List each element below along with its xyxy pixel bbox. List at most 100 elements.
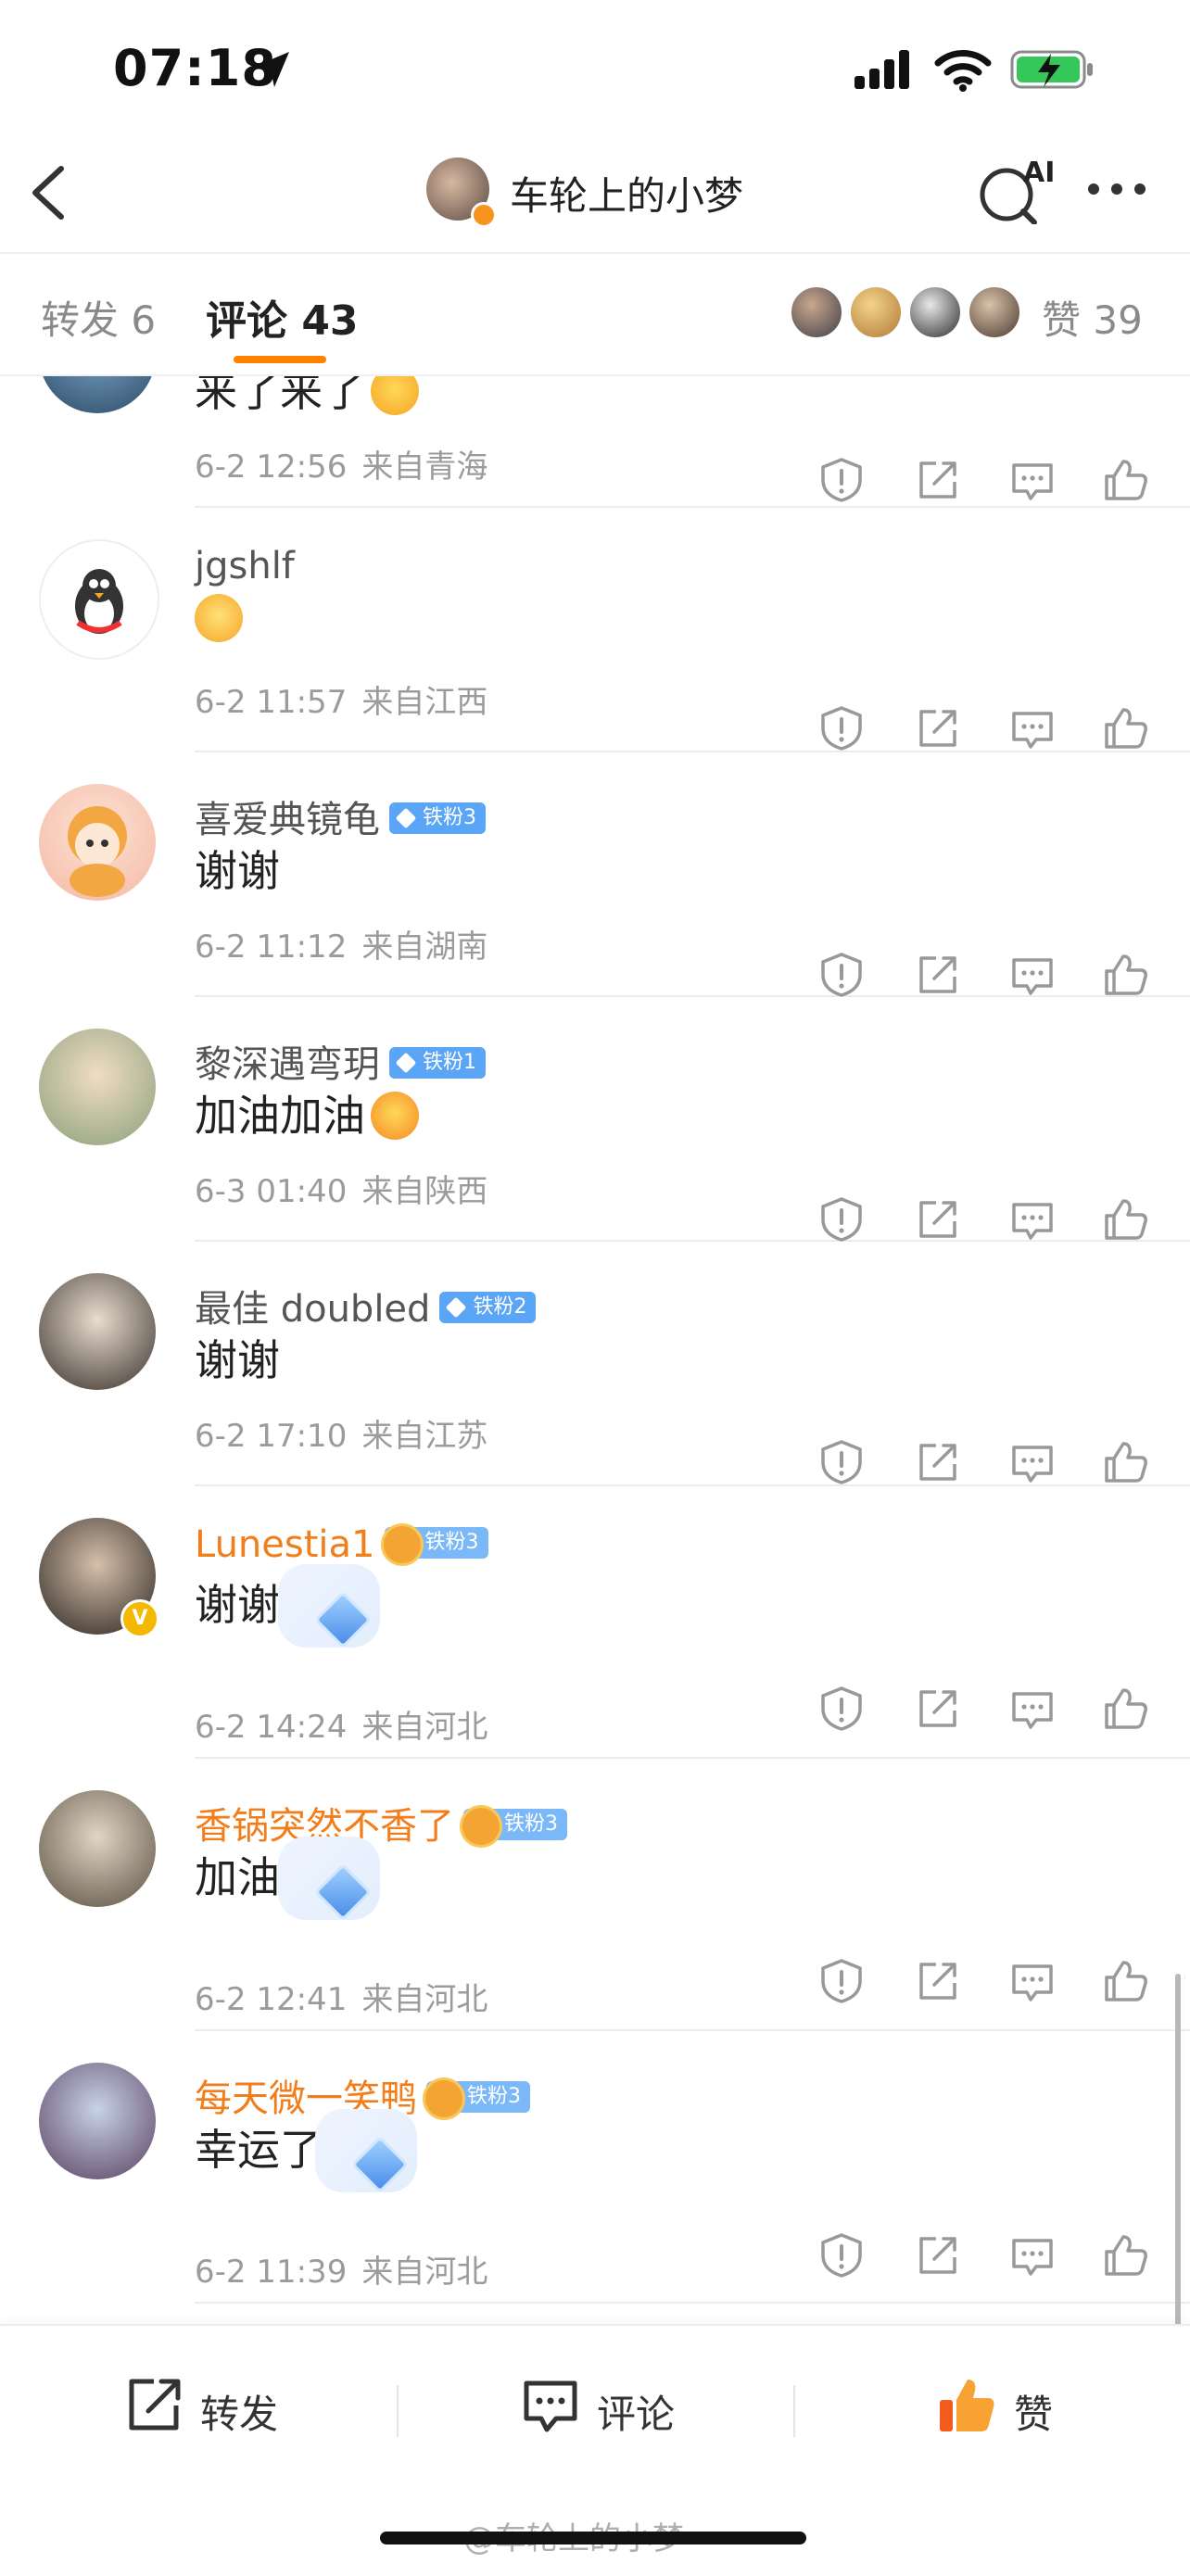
comment-location: 来自江苏 — [361, 1418, 488, 1455]
avatar[interactable] — [39, 1273, 156, 1390]
comment-username[interactable]: jgshlf — [195, 545, 295, 587]
report-icon[interactable] — [817, 1957, 866, 2005]
comment-username[interactable]: Lunestia1 铁粉3 — [195, 1523, 488, 1566]
reply-icon[interactable] — [1008, 1195, 1057, 1244]
avatar — [849, 285, 903, 339]
comment-date: 6-2 11:12 — [195, 928, 348, 966]
home-indicator — [380, 2532, 806, 2544]
like-label: 赞 — [1014, 2392, 1054, 2437]
reply-icon[interactable] — [1008, 951, 1057, 999]
avatar — [908, 285, 962, 339]
share-icon[interactable] — [914, 1685, 962, 1733]
avatar[interactable] — [39, 2063, 156, 2179]
comment-location: 来自湖南 — [361, 928, 488, 966]
row-divider — [195, 1757, 1190, 1759]
signal-icon — [855, 50, 909, 89]
reply-icon[interactable] — [1008, 704, 1057, 752]
repost-label: 转发 — [200, 2392, 279, 2437]
avatar — [968, 285, 1021, 339]
comment-text: 谢谢 — [195, 1580, 280, 1630]
comment-username[interactable]: 黎深遇弯玥 铁粉1 — [195, 1034, 486, 1088]
comment-text: 来了来了 — [195, 376, 419, 419]
report-icon[interactable] — [817, 1195, 866, 1244]
share-icon[interactable] — [914, 704, 962, 752]
tab-comment[interactable]: 评论 43 — [206, 287, 359, 347]
avatar[interactable] — [39, 1029, 156, 1145]
like-icon — [940, 2380, 994, 2431]
comment-meta: 6-3 01:40 来自陕西 — [195, 1166, 487, 1211]
more-icon[interactable] — [1086, 182, 1147, 196]
comment-text: 谢谢 — [195, 846, 280, 896]
fan-badge: 铁粉3 — [380, 1523, 488, 1566]
comment-username[interactable]: 最佳 doubled 铁粉2 — [195, 1279, 537, 1332]
like-icon[interactable] — [1101, 456, 1149, 504]
like-icon[interactable] — [1101, 1685, 1149, 1733]
comment-text: 谢谢 — [195, 1335, 280, 1385]
comment-meta: 6-2 11:57 来自江西 — [195, 676, 487, 722]
emoji-icon — [371, 376, 419, 415]
author-avatar[interactable] — [426, 158, 497, 228]
comment-meta: 6-2 12:41 来自河北 — [195, 1974, 487, 2019]
comment-location: 来自青海 — [361, 448, 488, 486]
reply-icon[interactable] — [1008, 1438, 1057, 1486]
comment-date: 6-2 12:56 — [195, 448, 348, 486]
wifi-icon — [934, 50, 992, 92]
reply-icon[interactable] — [1008, 1957, 1057, 2005]
comment-location: 来自河北 — [361, 1709, 488, 1746]
ai-search-icon[interactable]: AI — [977, 157, 1055, 225]
reply-icon[interactable] — [1008, 1685, 1057, 1733]
share-icon[interactable] — [914, 1438, 962, 1486]
emoji-icon — [371, 1091, 419, 1140]
page-title[interactable]: 车轮上的小梦 — [510, 165, 743, 221]
avatar[interactable] — [39, 784, 156, 901]
fan-badge: 铁粉3 — [460, 1805, 567, 1848]
reply-icon[interactable] — [1008, 456, 1057, 504]
comment-date: 6-3 01:40 — [195, 1173, 348, 1210]
divider — [397, 2385, 399, 2437]
comment-date: 6-2 12:41 — [195, 1981, 348, 2018]
report-icon[interactable] — [817, 704, 866, 752]
report-icon[interactable] — [817, 951, 866, 999]
header-divider — [0, 252, 1190, 254]
liker-avatars[interactable] — [790, 285, 1029, 341]
back-icon[interactable] — [28, 163, 69, 222]
tab-repost[interactable]: 转发 6 — [41, 289, 156, 346]
comment-username[interactable]: 香锅突然不香了 铁粉3 — [195, 1796, 567, 1850]
location-arrow-icon — [254, 52, 289, 87]
like-icon[interactable] — [1101, 2231, 1149, 2279]
row-divider — [195, 2029, 1190, 2031]
share-icon[interactable] — [914, 2231, 962, 2279]
comment-meta: 6-2 17:10 来自江苏 — [195, 1410, 487, 1456]
share-icon[interactable] — [914, 951, 962, 999]
report-icon[interactable] — [817, 1438, 866, 1486]
tab-like[interactable]: 赞 39 — [1042, 289, 1143, 346]
report-icon[interactable] — [817, 2231, 866, 2279]
comment-text: 幸运了 — [195, 2125, 323, 2175]
share-icon[interactable] — [914, 1195, 962, 1244]
report-icon[interactable] — [817, 456, 866, 504]
comment-date: 6-2 17:10 — [195, 1418, 348, 1455]
scrollbar[interactable] — [1175, 1974, 1181, 2326]
emoji-icon — [195, 593, 243, 642]
comment-text — [195, 593, 243, 646]
comment-location: 来自河北 — [361, 2254, 488, 2291]
share-icon[interactable] — [914, 1957, 962, 2005]
avatar[interactable] — [39, 539, 159, 660]
comment-username[interactable]: 喜爱典镜龟 铁粉3 — [195, 789, 486, 843]
status-bar: 07:18 — [0, 0, 1190, 139]
like-icon[interactable] — [1101, 951, 1149, 999]
reply-icon[interactable] — [1008, 2231, 1057, 2279]
like-icon[interactable] — [1101, 1195, 1149, 1244]
comment-meta: 6-2 14:24 来自河北 — [195, 1701, 487, 1747]
like-icon[interactable] — [1101, 1438, 1149, 1486]
row-divider — [195, 506, 1190, 508]
share-icon[interactable] — [914, 456, 962, 504]
comment-date: 6-2 11:57 — [195, 684, 348, 721]
like-icon[interactable] — [1101, 704, 1149, 752]
comment-list[interactable]: 来了来了 6-2 12:56 来自青海 jgshlf 6-2 11:57 来自江西 … — [0, 376, 1190, 2322]
avatar[interactable] — [39, 376, 156, 413]
comment-location: 来自江西 — [361, 684, 488, 721]
avatar[interactable] — [39, 1790, 156, 1907]
like-icon[interactable] — [1101, 1957, 1149, 2005]
report-icon[interactable] — [817, 1685, 866, 1733]
